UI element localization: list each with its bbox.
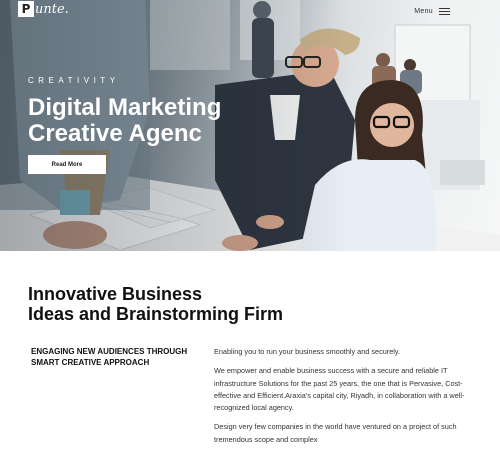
- hero-title: Digital Marketing Creative Agenc: [28, 95, 288, 147]
- hamburger-icon: [439, 8, 450, 15]
- section-tagline: ENGAGING NEW AUDIENCES THROUGH SMART CRE…: [31, 347, 188, 367]
- hero-eyebrow: CREATIVITY: [28, 76, 120, 85]
- section-title: Innovative Business Ideas and Brainstorm…: [28, 284, 283, 324]
- body-paragraph: Enabling you to run your business smooth…: [214, 347, 401, 356]
- logo-mark: P: [18, 1, 34, 17]
- hero-title-line-1: Digital Marketing: [28, 94, 222, 121]
- body-paragraph: We empower and enable business success w…: [214, 366, 465, 413]
- read-more-button[interactable]: Read More: [28, 155, 106, 174]
- section-title-line-1: Innovative Business: [28, 284, 203, 304]
- brand-logo[interactable]: P unte.: [18, 1, 69, 17]
- menu-label: Menu: [414, 8, 433, 15]
- section-title-line-2: Ideas and Brainstorming Firm: [28, 304, 284, 324]
- menu-button[interactable]: Menu: [414, 8, 450, 15]
- hero-title-line-2: Creative Agenc: [28, 120, 202, 147]
- body-paragraph: Design very few companies in the world h…: [214, 422, 457, 444]
- logo-text: unte.: [35, 1, 69, 17]
- hero-banner: P unte. Menu CREATIVITY Digital Marketin…: [0, 0, 500, 251]
- section-body: Enabling you to run your business smooth…: [214, 346, 476, 450]
